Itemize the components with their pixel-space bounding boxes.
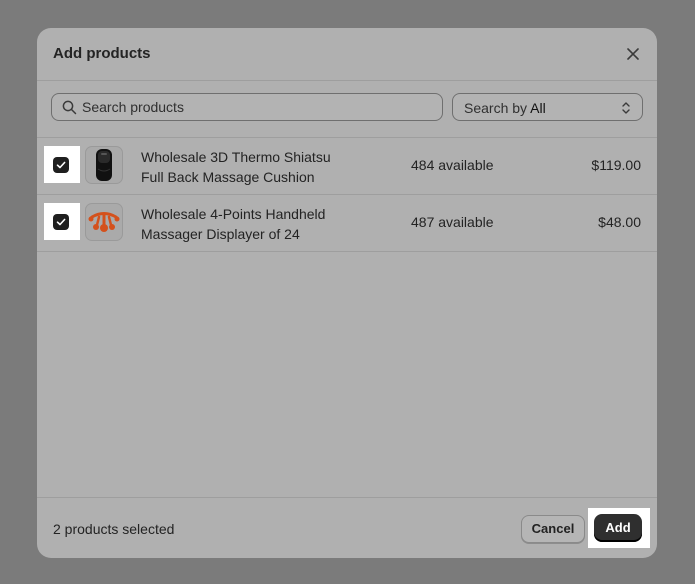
product-checkbox[interactable] — [53, 157, 69, 173]
search-field[interactable] — [51, 93, 443, 121]
product-name: Wholesale 3D Thermo Shiatsu Full Back Ma… — [141, 147, 341, 187]
search-row: Search by All — [37, 81, 657, 138]
product-name-line: Wholesale 4-Points Handheld — [141, 206, 326, 222]
product-name-line: Wholesale 3D Thermo Shiatsu — [141, 149, 331, 165]
select-chevron-icon — [622, 102, 630, 114]
product-thumbnail — [85, 146, 123, 184]
product-row[interactable]: Wholesale 3D Thermo Shiatsu Full Back Ma… — [37, 138, 657, 195]
product-availability: 487 available — [411, 214, 494, 230]
search-by-value: All — [530, 100, 546, 116]
close-icon[interactable] — [623, 44, 643, 64]
product-name-line: Full Back Massage Cushion — [141, 169, 315, 185]
cancel-button[interactable]: Cancel — [521, 515, 585, 543]
add-products-modal: Add products Search by All — [37, 28, 657, 558]
product-name: Wholesale 4-Points Handheld Massager Dis… — [141, 204, 341, 244]
selected-count: 2 products selected — [53, 521, 175, 537]
modal-header: Add products — [37, 28, 657, 81]
product-thumbnail — [85, 203, 123, 241]
search-icon — [62, 100, 77, 115]
modal-title: Add products — [53, 45, 151, 62]
checkmark-icon — [56, 161, 66, 169]
search-by-select[interactable]: Search by All — [452, 93, 643, 121]
search-by-label: Search by — [464, 100, 528, 116]
add-button[interactable]: Add — [594, 514, 642, 542]
product-price: $48.00 — [598, 214, 641, 230]
massage-cushion-image — [96, 149, 112, 181]
product-availability: 484 available — [411, 157, 494, 173]
add-button-highlight: Add — [588, 508, 650, 548]
product-row[interactable]: Wholesale 4-Points Handheld Massager Dis… — [37, 195, 657, 252]
checkbox-highlight — [44, 146, 80, 183]
search-input[interactable] — [82, 94, 432, 120]
product-price: $119.00 — [591, 157, 641, 173]
checkbox-highlight — [44, 203, 80, 240]
product-name-line: Massager Displayer of 24 — [141, 226, 300, 242]
product-checkbox[interactable] — [53, 214, 69, 230]
handheld-massager-image — [88, 212, 120, 232]
modal-footer: 2 products selected Cancel Add — [37, 497, 657, 558]
checkmark-icon — [56, 218, 66, 226]
